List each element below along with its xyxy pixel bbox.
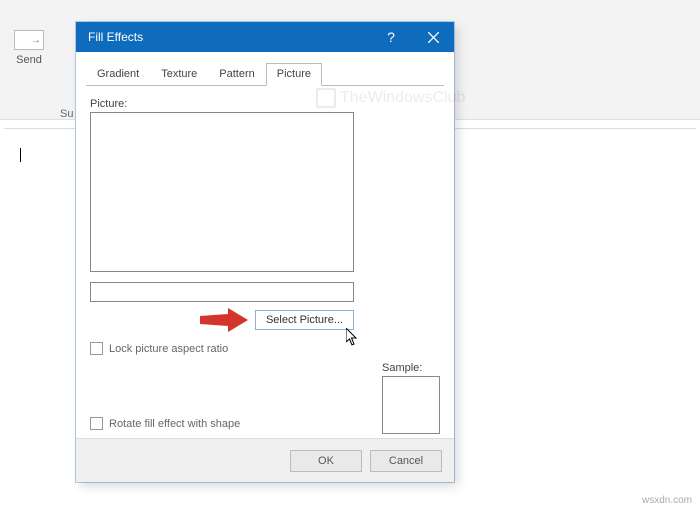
dialog-title: Fill Effects bbox=[88, 30, 143, 44]
tabstrip: Gradient Texture Pattern Picture bbox=[86, 62, 444, 86]
close-icon bbox=[428, 32, 439, 43]
close-button[interactable] bbox=[412, 22, 454, 52]
sample-preview bbox=[382, 376, 440, 434]
picture-preview bbox=[90, 112, 354, 272]
dialog-button-row: OK Cancel bbox=[76, 438, 454, 482]
rotate-checkbox[interactable] bbox=[90, 417, 103, 430]
annotation-arrow-icon bbox=[200, 308, 248, 335]
sample-area: Sample: bbox=[382, 362, 440, 434]
dialog-titlebar[interactable]: Fill Effects ? bbox=[76, 22, 454, 52]
tab-pattern[interactable]: Pattern bbox=[208, 63, 265, 86]
tab-picture[interactable]: Picture bbox=[266, 63, 322, 86]
fill-effects-dialog: Fill Effects ? Gradient Texture Pattern … bbox=[76, 22, 454, 482]
lock-aspect-label: Lock picture aspect ratio bbox=[109, 343, 228, 355]
sample-label: Sample: bbox=[382, 362, 440, 374]
send-area: Send bbox=[10, 30, 48, 66]
dialog-body: Picture: Select Picture... Lock picture … bbox=[76, 86, 454, 438]
select-picture-button[interactable]: Select Picture... bbox=[255, 310, 354, 330]
rotate-label: Rotate fill effect with shape bbox=[109, 418, 240, 430]
text-caret bbox=[20, 148, 21, 162]
send-label: Send bbox=[10, 54, 48, 66]
select-picture-row: Select Picture... bbox=[90, 310, 354, 330]
lock-aspect-row[interactable]: Lock picture aspect ratio bbox=[90, 342, 440, 355]
tab-gradient[interactable]: Gradient bbox=[86, 63, 150, 86]
cancel-button[interactable]: Cancel bbox=[370, 450, 442, 472]
lock-aspect-checkbox[interactable] bbox=[90, 342, 103, 355]
tab-texture[interactable]: Texture bbox=[150, 63, 208, 86]
help-button[interactable]: ? bbox=[370, 22, 412, 52]
send-button[interactable]: Send bbox=[10, 30, 48, 66]
picture-label: Picture: bbox=[90, 98, 440, 110]
subject-prefix: Su bbox=[60, 108, 73, 120]
send-icon bbox=[14, 30, 44, 50]
picture-path-input[interactable] bbox=[90, 282, 354, 302]
rotate-row[interactable]: Rotate fill effect with shape bbox=[90, 417, 240, 430]
site-credit: wsxdn.com bbox=[642, 495, 692, 506]
cursor-icon bbox=[346, 328, 360, 349]
ok-button[interactable]: OK bbox=[290, 450, 362, 472]
